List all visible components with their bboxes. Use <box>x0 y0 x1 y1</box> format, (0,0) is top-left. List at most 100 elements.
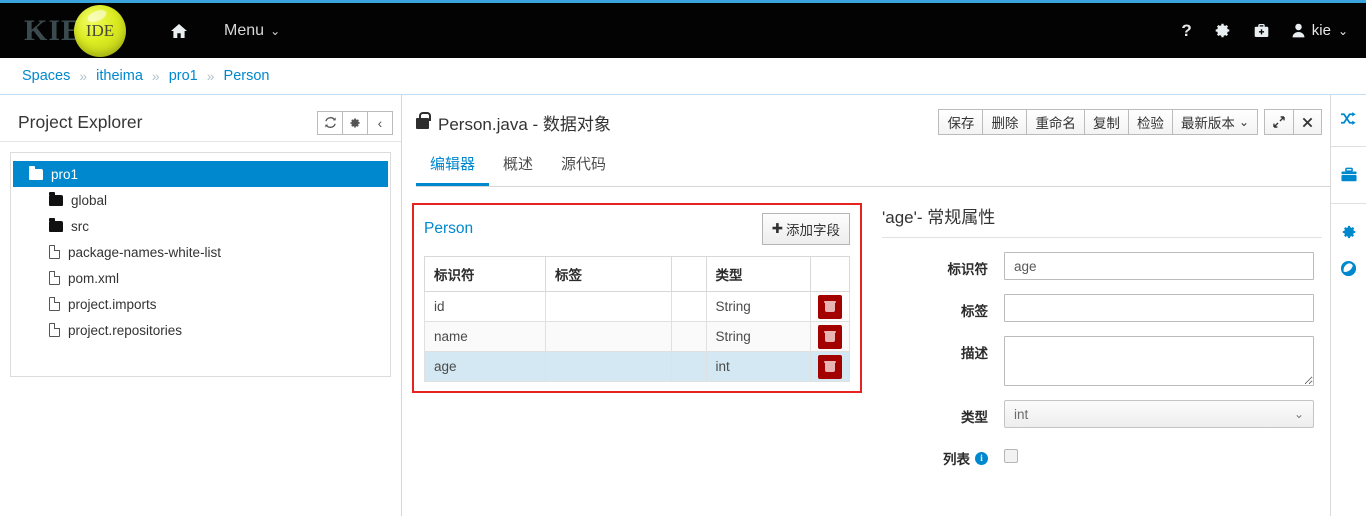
cell-actions <box>810 291 850 322</box>
tree-item-label: pom.xml <box>68 270 120 286</box>
menu-label: Menu <box>224 21 265 39</box>
globe-icon[interactable] <box>1340 260 1357 277</box>
close-button[interactable] <box>1293 109 1322 135</box>
properties-title: 'age'- 常规属性 <box>882 203 1322 238</box>
label-label: 标签 <box>961 304 988 319</box>
version-dropdown-button[interactable]: 最新版本 ⌄ <box>1171 109 1258 135</box>
breadcrumb-separator: » <box>151 68 160 84</box>
chevron-down-icon: ⌄ <box>1337 23 1348 38</box>
project-explorer-header: Project Explorer ‹ <box>0 104 401 142</box>
rename-button[interactable]: 重命名 <box>1026 109 1085 135</box>
lock-icon <box>416 112 431 129</box>
user-name-label: kie <box>1311 22 1331 39</box>
list-label: 列表 <box>943 452 970 467</box>
cell-identifier: age <box>424 351 546 382</box>
home-icon <box>171 23 188 38</box>
gear-icon[interactable] <box>1214 22 1231 39</box>
editor-title-text: Person.java - 数据对象 <box>438 114 611 134</box>
fields-table: 标识符 标签 类型 id String name String age int <box>424 256 850 382</box>
menu-dropdown[interactable]: Menu ⌄ <box>216 18 288 44</box>
form-row-identifier: 标识符 <box>882 252 1322 280</box>
label-input[interactable] <box>1004 294 1314 322</box>
folder-open-icon <box>29 165 43 180</box>
cell-type: String <box>705 291 812 322</box>
tree-item-src[interactable]: src <box>11 213 390 239</box>
delete-field-button[interactable] <box>818 294 843 319</box>
tab-source[interactable]: 源代码 <box>547 145 620 186</box>
editor-content: Person ✚ 添加字段 标识符 标签 类型 id String name S… <box>402 187 1330 468</box>
type-select[interactable]: int ⌄ <box>1004 400 1314 428</box>
chevron-down-icon: ⌄ <box>270 23 281 38</box>
gear-icon[interactable] <box>1341 224 1357 240</box>
tree-item-pro1[interactable]: pro1 <box>13 161 388 187</box>
collapse-button[interactable]: ‹ <box>367 110 393 135</box>
tree-item-project-repositories[interactable]: project.repositories <box>11 317 390 343</box>
briefcase-icon[interactable] <box>1340 167 1358 183</box>
cell-type: String <box>705 321 812 352</box>
delete-field-button[interactable] <box>818 324 843 349</box>
table-row[interactable]: id String <box>424 291 850 322</box>
cell-extra <box>670 291 707 322</box>
maximize-button[interactable] <box>1264 109 1294 135</box>
chevron-down-icon: ⌄ <box>1238 115 1249 129</box>
project-tree: pro1 global src package-names-white-list… <box>10 152 391 377</box>
editor-tabs: 编辑器 概述 源代码 <box>416 145 1330 187</box>
shuffle-icon[interactable] <box>1340 111 1357 126</box>
description-textarea[interactable] <box>1004 336 1314 386</box>
breadcrumb: Spaces » itheima » pro1 » Person <box>0 58 1366 95</box>
app-root: KIE IDE Menu ⌄ ? kie ⌄ Spaces » itheima … <box>0 0 1366 516</box>
column-header-type: 类型 <box>705 256 812 292</box>
cell-actions <box>810 351 850 382</box>
tree-item-pom-xml[interactable]: pom.xml <box>11 265 390 291</box>
validate-button[interactable]: 检验 <box>1127 109 1173 135</box>
breadcrumb-item-spaces[interactable]: Spaces <box>22 68 70 84</box>
cell-extra <box>670 321 707 352</box>
version-label: 最新版本 <box>1180 116 1235 131</box>
user-menu[interactable]: kie ⌄ <box>1292 22 1348 39</box>
breadcrumb-item-pro1[interactable]: pro1 <box>169 68 198 84</box>
list-checkbox[interactable] <box>1004 449 1018 463</box>
page-title: Project Explorer <box>18 112 143 132</box>
tree-item-global[interactable]: global <box>11 187 390 213</box>
refresh-button[interactable] <box>317 110 343 135</box>
table-row[interactable]: name String <box>424 321 850 352</box>
globe-icon-svg <box>1340 260 1357 277</box>
right-icon-rail <box>1330 95 1366 516</box>
save-button[interactable]: 保存 <box>938 109 984 135</box>
explorer-settings-button[interactable] <box>342 110 368 135</box>
brand-logo[interactable]: KIE IDE <box>0 4 127 57</box>
brand-ide-badge: IDE <box>74 4 127 57</box>
breadcrumb-separator: » <box>206 68 215 84</box>
file-icon <box>49 271 60 285</box>
expand-icon <box>1273 116 1285 128</box>
copy-button[interactable]: 复制 <box>1083 109 1129 135</box>
tree-item-project-imports[interactable]: project.imports <box>11 291 390 317</box>
breadcrumb-item-person[interactable]: Person <box>224 68 270 84</box>
table-row[interactable]: age int <box>424 351 850 382</box>
add-field-button[interactable]: ✚ 添加字段 <box>761 213 850 245</box>
editor-title: Person.java - 数据对象 <box>416 110 939 135</box>
breadcrumb-item-itheima[interactable]: itheima <box>96 68 143 84</box>
info-icon[interactable]: i <box>975 451 988 465</box>
home-button[interactable] <box>160 23 198 39</box>
tree-item-package-names-white-list[interactable]: package-names-white-list <box>11 239 390 265</box>
cell-type: int <box>705 351 812 382</box>
data-object-card: Person ✚ 添加字段 标识符 标签 类型 id String name S… <box>412 203 862 393</box>
refresh-icon <box>324 117 336 128</box>
column-header-identifier: 标识符 <box>424 256 546 292</box>
rail-divider <box>1330 203 1366 204</box>
identifier-input[interactable] <box>1004 252 1314 280</box>
delete-field-button[interactable] <box>818 354 843 379</box>
project-explorer-panel: Project Explorer ‹ pro1 global src packa… <box>0 95 402 516</box>
description-label: 描述 <box>961 346 988 361</box>
cell-label <box>544 291 672 322</box>
delete-button[interactable]: 删除 <box>982 109 1028 135</box>
add-field-label: 添加字段 <box>786 223 840 238</box>
tree-item-label: project.repositories <box>68 322 183 338</box>
question-mark-icon[interactable]: ? <box>1181 21 1191 41</box>
briefcase-icon[interactable] <box>1253 23 1270 39</box>
list-label-group: 列表 i <box>882 442 1004 468</box>
tab-overview[interactable]: 概述 <box>489 145 547 186</box>
editor-toolbar: 保存 删除 重命名 复制 检验 最新版本 ⌄ <box>938 109 1322 135</box>
tab-editor[interactable]: 编辑器 <box>416 145 490 186</box>
